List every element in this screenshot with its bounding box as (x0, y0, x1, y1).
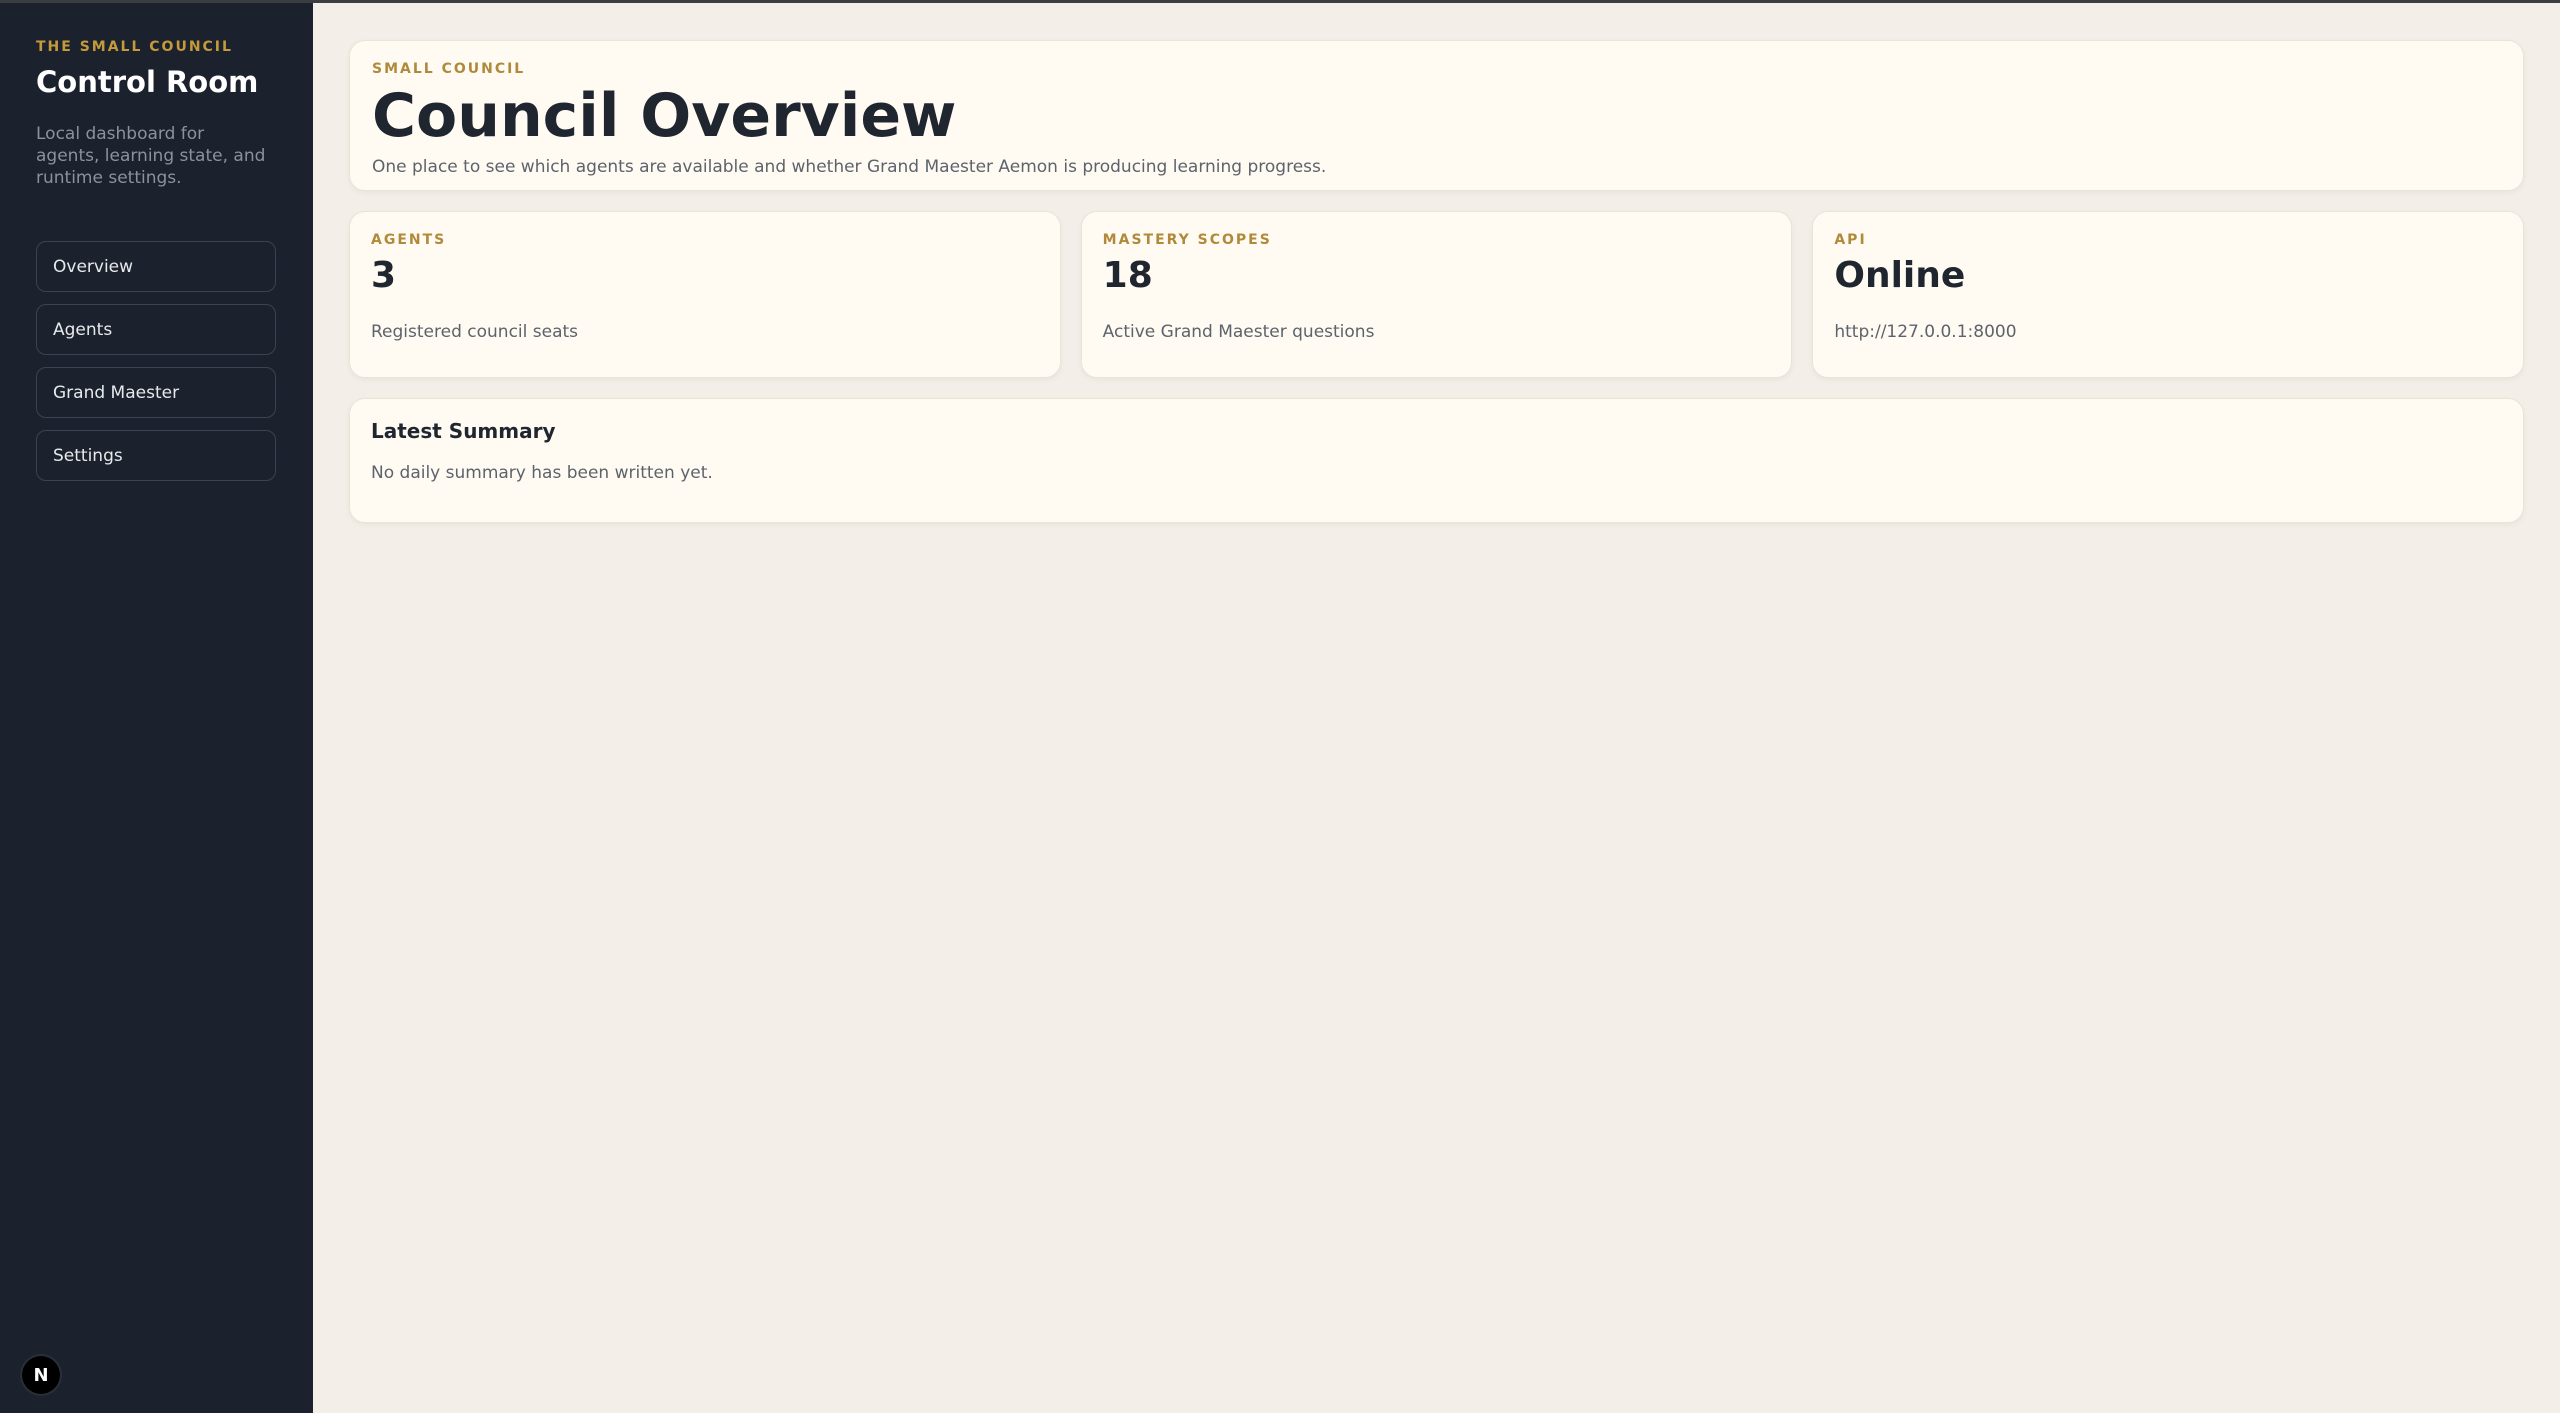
overview-header-card: SMALL COUNCIL Council Overview One place… (349, 40, 2524, 191)
latest-summary-card: Latest Summary No daily summary has been… (349, 398, 2524, 523)
stat-caption: Registered council seats (371, 322, 579, 342)
stat-value: Online (1834, 255, 1966, 296)
page-eyebrow: SMALL COUNCIL (372, 61, 526, 77)
stat-value: 18 (1102, 255, 1153, 296)
brand-title: Control Room (36, 65, 259, 99)
stat-label: MASTERY SCOPES (1102, 232, 1272, 248)
summary-title: Latest Summary (371, 419, 556, 443)
sidebar-item-settings[interactable]: Settings (36, 430, 276, 481)
sidebar-nav: Overview Agents Grand Maester Settings (36, 241, 277, 481)
sidebar-item-overview[interactable]: Overview (36, 241, 276, 292)
nextjs-dev-badge-icon[interactable]: N (22, 1356, 60, 1394)
window-top-border (0, 0, 2560, 3)
main-content: SMALL COUNCIL Council Overview One place… (349, 40, 2525, 523)
stat-card-api: API Online http://127.0.0.1:8000 (1812, 211, 2525, 378)
brand-description: Local dashboard for agents, learning sta… (36, 124, 266, 188)
page-title: Council Overview (372, 81, 957, 151)
summary-text: No daily summary has been written yet. (371, 463, 713, 483)
sidebar-item-grand-maester[interactable]: Grand Maester (36, 367, 276, 418)
sidebar: THE SMALL COUNCIL Control Room Local das… (0, 3, 313, 1413)
stat-caption: Active Grand Maester questions (1102, 322, 1375, 342)
brand-eyebrow: THE SMALL COUNCIL (36, 39, 233, 55)
stat-value: 3 (371, 255, 397, 296)
stat-label: API (1834, 232, 1867, 248)
stat-card-mastery-scopes: MASTERY SCOPES 18 Active Grand Maester q… (1080, 211, 1793, 378)
stat-caption: http://127.0.0.1:8000 (1834, 322, 2017, 342)
sidebar-item-agents[interactable]: Agents (36, 304, 276, 355)
page-subtitle: One place to see which agents are availa… (372, 157, 1327, 177)
stat-label: AGENTS (371, 232, 447, 248)
stat-card-agents: AGENTS 3 Registered council seats (349, 211, 1061, 378)
stats-row: AGENTS 3 Registered council seats MASTER… (349, 211, 2525, 378)
